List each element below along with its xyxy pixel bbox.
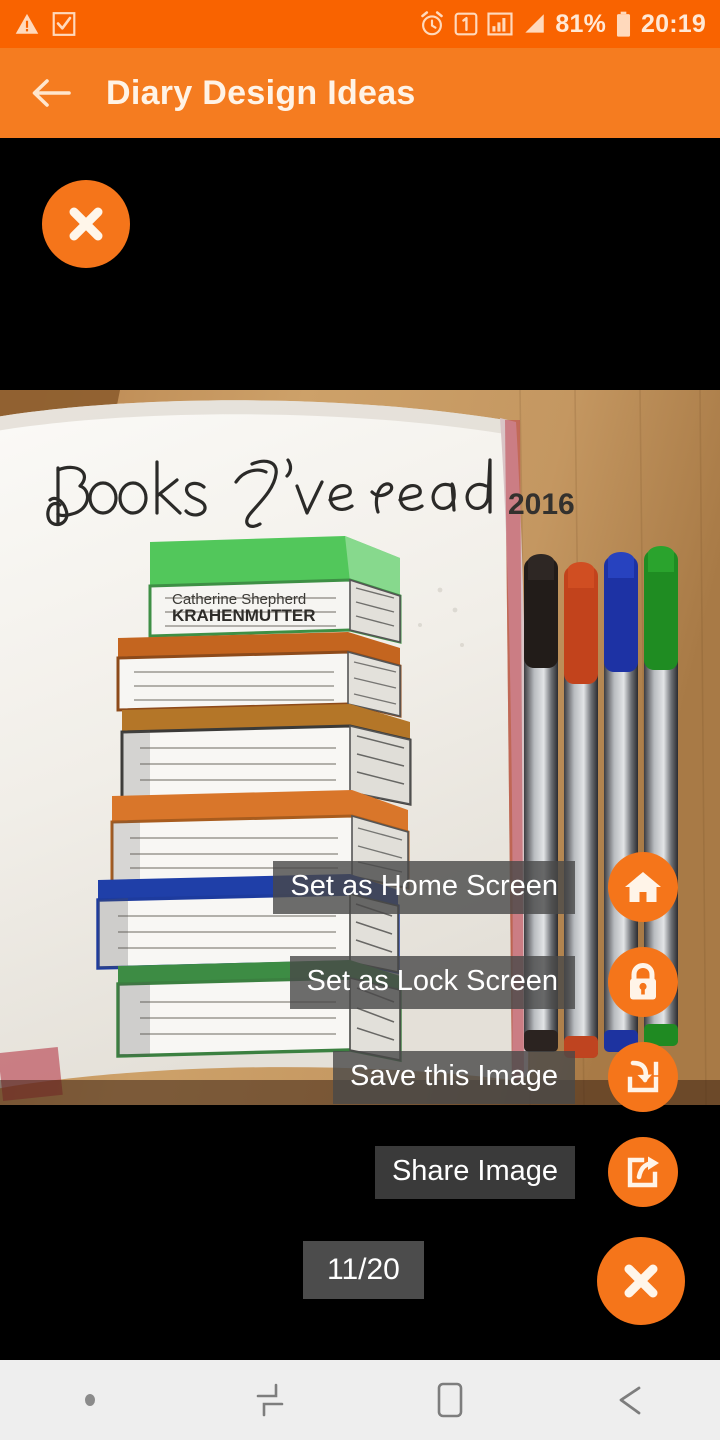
close-viewer-button-bottom[interactable] bbox=[597, 1237, 685, 1325]
sim-one-badge-icon bbox=[455, 12, 478, 36]
checkbox-clipboard-icon bbox=[52, 12, 76, 36]
set-as-home-screen-label: Set as Home Screen bbox=[273, 860, 575, 914]
share-image-button[interactable] bbox=[608, 1137, 678, 1207]
image-viewer: 2016 Catherine Shepherd KRAHENMUTTER Set… bbox=[0, 138, 720, 1360]
nav-dot-indicator bbox=[0, 1360, 180, 1440]
nav-home-button[interactable] bbox=[360, 1360, 540, 1440]
svg-text:KRAHENMUTTER: KRAHENMUTTER bbox=[172, 606, 316, 625]
alarm-clock-icon bbox=[421, 11, 444, 36]
signal-bars-icon bbox=[487, 12, 513, 36]
image-counter: 11/20 bbox=[303, 1241, 424, 1299]
status-bar-clock: 20:19 bbox=[641, 9, 706, 38]
back-arrow-icon bbox=[32, 79, 71, 107]
app-bar-back-button[interactable] bbox=[28, 70, 74, 116]
signal-triangle-icon bbox=[525, 14, 545, 33]
lock-icon bbox=[630, 962, 656, 1000]
share-image-label: Share Image bbox=[374, 1145, 575, 1199]
set-as-home-screen-button[interactable] bbox=[608, 852, 678, 922]
home-icon bbox=[625, 872, 661, 902]
recents-icon bbox=[256, 1383, 284, 1417]
back-chevron-icon bbox=[619, 1386, 641, 1415]
counter-row: 11/20 bbox=[0, 1237, 720, 1329]
warning-triangle-icon bbox=[15, 13, 39, 34]
svg-text:2016: 2016 bbox=[508, 488, 575, 521]
action-row-set-as-home-screen[interactable]: Set as Home Screen bbox=[273, 852, 720, 922]
nav-back-button[interactable] bbox=[540, 1360, 720, 1440]
action-row-set-as-lock-screen[interactable]: Set as Lock Screen bbox=[289, 947, 720, 1017]
action-row-share-image[interactable]: Share Image bbox=[374, 1137, 720, 1207]
share-icon bbox=[627, 1156, 659, 1188]
close-viewer-button-top[interactable] bbox=[42, 180, 130, 268]
set-as-lock-screen-label: Set as Lock Screen bbox=[289, 955, 575, 1009]
close-x-icon bbox=[69, 207, 103, 241]
dot-icon bbox=[85, 1394, 95, 1406]
set-as-lock-screen-button[interactable] bbox=[608, 947, 678, 1017]
page-title: Diary Design Ideas bbox=[106, 73, 416, 112]
save-download-icon bbox=[627, 1060, 659, 1093]
close-x-icon bbox=[624, 1264, 658, 1298]
battery-percent: 81% bbox=[555, 9, 607, 38]
save-this-image-label: Save this Image bbox=[333, 1050, 575, 1104]
save-this-image-button[interactable] bbox=[608, 1042, 678, 1112]
phone-screen: 81% 20:19 Diary Design Ideas 2016 Cather… bbox=[0, 0, 720, 1440]
status-bar-left-icons bbox=[14, 11, 76, 37]
home-square-icon bbox=[437, 1382, 463, 1418]
status-bar: 81% 20:19 bbox=[0, 0, 720, 48]
android-nav-bar bbox=[0, 1360, 720, 1440]
status-bar-right-icons: 81% 20:19 bbox=[419, 11, 706, 38]
battery-icon bbox=[617, 11, 631, 37]
app-bar: Diary Design Ideas bbox=[0, 48, 720, 138]
nav-recents-button[interactable] bbox=[180, 1360, 360, 1440]
action-row-save-this-image[interactable]: Save this Image bbox=[333, 1042, 720, 1112]
